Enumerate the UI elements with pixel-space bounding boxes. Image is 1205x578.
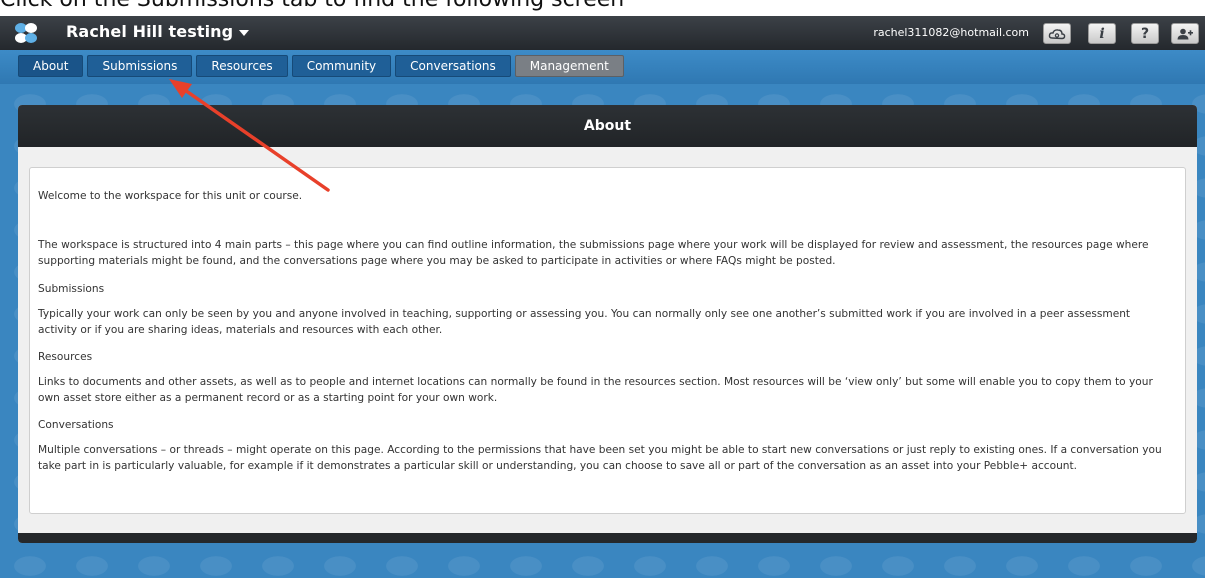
section-heading-conversations: Conversations xyxy=(38,419,114,431)
help-button[interactable]: ? xyxy=(1131,23,1159,44)
pebble-logo-icon xyxy=(15,23,37,43)
tab-bar: About Submissions Resources Community Co… xyxy=(0,50,1205,84)
structure-text: The workspace is structured into 4 main … xyxy=(38,239,1149,267)
section-body-submissions: Typically your work can only be seen by … xyxy=(38,308,1131,336)
welcome-text: Welcome to the workspace for this unit o… xyxy=(38,190,303,202)
section-body-resources: Links to documents and other assets, as … xyxy=(38,376,1153,404)
instruction-caption: Click on the Submissions tab to find the… xyxy=(0,0,1205,16)
cloud-sync-button[interactable] xyxy=(1043,23,1071,44)
caret-down-icon xyxy=(239,29,250,36)
add-user-button[interactable] xyxy=(1171,23,1199,44)
help-icon: ? xyxy=(1140,25,1150,42)
section-body-conversations: Multiple conversations – or threads – mi… xyxy=(38,444,1162,472)
info-button[interactable]: i xyxy=(1088,23,1116,44)
tab-submissions[interactable]: Submissions xyxy=(87,55,193,77)
info-icon: i xyxy=(1099,25,1105,42)
cloud-sync-icon xyxy=(1048,28,1066,39)
about-panel: About Welcome to the workspace for this … xyxy=(18,105,1197,543)
caption-text: Click on the Submissions tab to find the… xyxy=(0,0,624,12)
panel-footer xyxy=(18,533,1197,543)
tab-management[interactable]: Management xyxy=(514,55,624,77)
panel-title: About xyxy=(18,105,1197,147)
about-content: Welcome to the workspace for this unit o… xyxy=(29,167,1186,514)
tab-conversations[interactable]: Conversations xyxy=(395,55,511,77)
section-heading-submissions: Submissions xyxy=(38,283,105,295)
tab-about[interactable]: About xyxy=(18,55,84,77)
tab-community[interactable]: Community xyxy=(291,55,392,77)
tab-list: About Submissions Resources Community Co… xyxy=(18,55,624,77)
add-user-icon xyxy=(1177,28,1193,39)
tab-resources[interactable]: Resources xyxy=(196,55,288,77)
workspace-title: Rachel Hill testing xyxy=(66,22,234,41)
top-bar: Rachel Hill testing rachel311082@hotmail… xyxy=(0,16,1205,50)
workspace-switcher[interactable]: Rachel Hill testing xyxy=(66,22,250,41)
section-heading-resources: Resources xyxy=(38,351,93,363)
user-email: rachel311082@hotmail.com xyxy=(873,26,1029,39)
